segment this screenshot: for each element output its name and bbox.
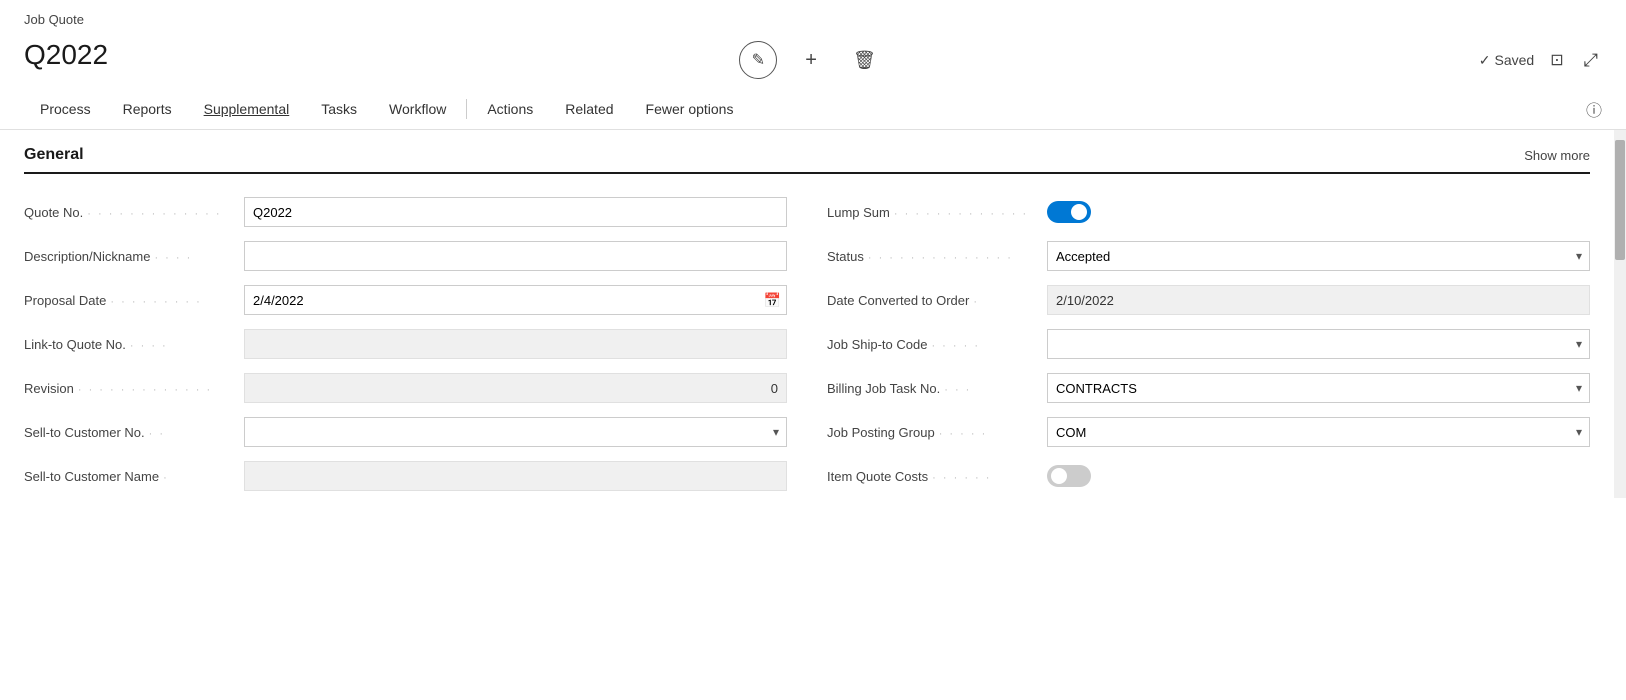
section-title: General — [24, 146, 84, 164]
nav-fewer-options[interactable]: Fewer options — [630, 89, 750, 129]
item-quote-costs-label: Item Quote Costs — [827, 469, 928, 484]
billing-job-task-select[interactable]: CONTRACTS — [1047, 373, 1590, 403]
nav-workflow[interactable]: Workflow — [373, 89, 462, 129]
form-row-sell-to-customer-no: Sell-to Customer No. · · — [24, 410, 787, 454]
proposal-date-input[interactable] — [244, 285, 787, 315]
lump-sum-toggle[interactable] — [1047, 201, 1091, 223]
date-converted-label: Date Converted to Order — [827, 293, 969, 308]
nav-reports[interactable]: Reports — [107, 89, 188, 129]
job-posting-group-select[interactable]: COM — [1047, 417, 1590, 447]
sell-to-customer-name-label: Sell-to Customer Name — [24, 469, 159, 484]
right-form-column: Lump Sum · · · · · · · · · · · · · Statu… — [827, 190, 1590, 498]
status-label: Status — [827, 249, 864, 264]
nav-process[interactable]: Process — [24, 89, 107, 129]
billing-job-task-label: Billing Job Task No. — [827, 381, 940, 396]
job-ship-to-code-label: Job Ship-to Code — [827, 337, 927, 352]
nav-bar: Process Reports Supplemental Tasks Workf… — [0, 89, 1626, 130]
record-title: Q2022 — [24, 39, 108, 71]
add-button[interactable]: + — [797, 45, 825, 76]
form-row-date-converted: Date Converted to Order · 2/10/2022 — [827, 278, 1590, 322]
form-row-lump-sum: Lump Sum · · · · · · · · · · · · · — [827, 190, 1590, 234]
form-row-proposal-date: Proposal Date · · · · · · · · · 📅 — [24, 278, 787, 322]
sell-to-customer-no-label: Sell-to Customer No. — [24, 425, 145, 440]
check-icon: ✓ — [1479, 52, 1491, 69]
link-quote-input[interactable] — [244, 329, 787, 359]
edit-button[interactable]: ✎ — [739, 41, 777, 79]
job-posting-group-label: Job Posting Group — [827, 425, 935, 440]
show-more-button[interactable]: Show more — [1524, 148, 1590, 163]
quote-no-input[interactable] — [244, 197, 787, 227]
lump-sum-label: Lump Sum — [827, 205, 890, 220]
item-quote-costs-toggle[interactable] — [1047, 465, 1091, 487]
proposal-date-label: Proposal Date — [24, 293, 106, 308]
nav-divider — [466, 99, 467, 119]
edit-icon: ✎ — [752, 50, 765, 70]
form-row-job-ship-to-code: Job Ship-to Code · · · · · — [827, 322, 1590, 366]
nav-tasks[interactable]: Tasks — [305, 89, 373, 129]
nav-supplemental[interactable]: Supplemental — [188, 89, 306, 129]
revision-label: Revision — [24, 381, 74, 396]
saved-status: ✓ Saved — [1479, 52, 1534, 69]
date-converted-value: 2/10/2022 — [1047, 285, 1590, 315]
form-row-link-quote: Link-to Quote No. · · · · — [24, 322, 787, 366]
link-quote-label: Link-to Quote No. — [24, 337, 126, 352]
form-row-billing-job-task: Billing Job Task No. · · · CONTRACTS — [827, 366, 1590, 410]
description-input[interactable] — [244, 241, 787, 271]
job-ship-to-code-select[interactable] — [1047, 329, 1590, 359]
expand-button[interactable]: ⊡ — [1546, 46, 1567, 74]
form-row-description: Description/Nickname · · · · — [24, 234, 787, 278]
sell-to-customer-name-input[interactable] — [244, 461, 787, 491]
nav-related[interactable]: Related — [549, 89, 629, 129]
form-row-revision: Revision · · · · · · · · · · · · · — [24, 366, 787, 410]
collapse-button[interactable]: ⤢ — [1580, 46, 1602, 75]
form-row-quote-no: Quote No. · · · · · · · · · · · · · — [24, 190, 787, 234]
app-title: Job Quote — [24, 12, 1602, 27]
status-select[interactable]: Accepted Open Closed — [1047, 241, 1590, 271]
scrollbar[interactable] — [1614, 130, 1626, 498]
form-row-sell-to-customer-name: Sell-to Customer Name · — [24, 454, 787, 498]
revision-input[interactable] — [244, 373, 787, 403]
left-form-column: Quote No. · · · · · · · · · · · · · Desc… — [24, 190, 787, 498]
quote-no-label: Quote No. — [24, 205, 83, 220]
form-row-status: Status · · · · · · · · · · · · · · Accep… — [827, 234, 1590, 278]
sell-to-customer-no-select[interactable] — [244, 417, 787, 447]
description-label: Description/Nickname — [24, 249, 150, 264]
form-row-item-quote-costs: Item Quote Costs · · · · · · — [827, 454, 1590, 498]
form-row-job-posting-group: Job Posting Group · · · · · COM — [827, 410, 1590, 454]
nav-actions[interactable]: Actions — [471, 89, 549, 129]
scrollbar-thumb[interactable] — [1615, 140, 1625, 260]
calendar-icon[interactable]: 📅 — [764, 292, 781, 309]
delete-button[interactable]: 🗑 — [845, 46, 884, 75]
info-icon[interactable]: ⓘ — [1586, 97, 1602, 121]
